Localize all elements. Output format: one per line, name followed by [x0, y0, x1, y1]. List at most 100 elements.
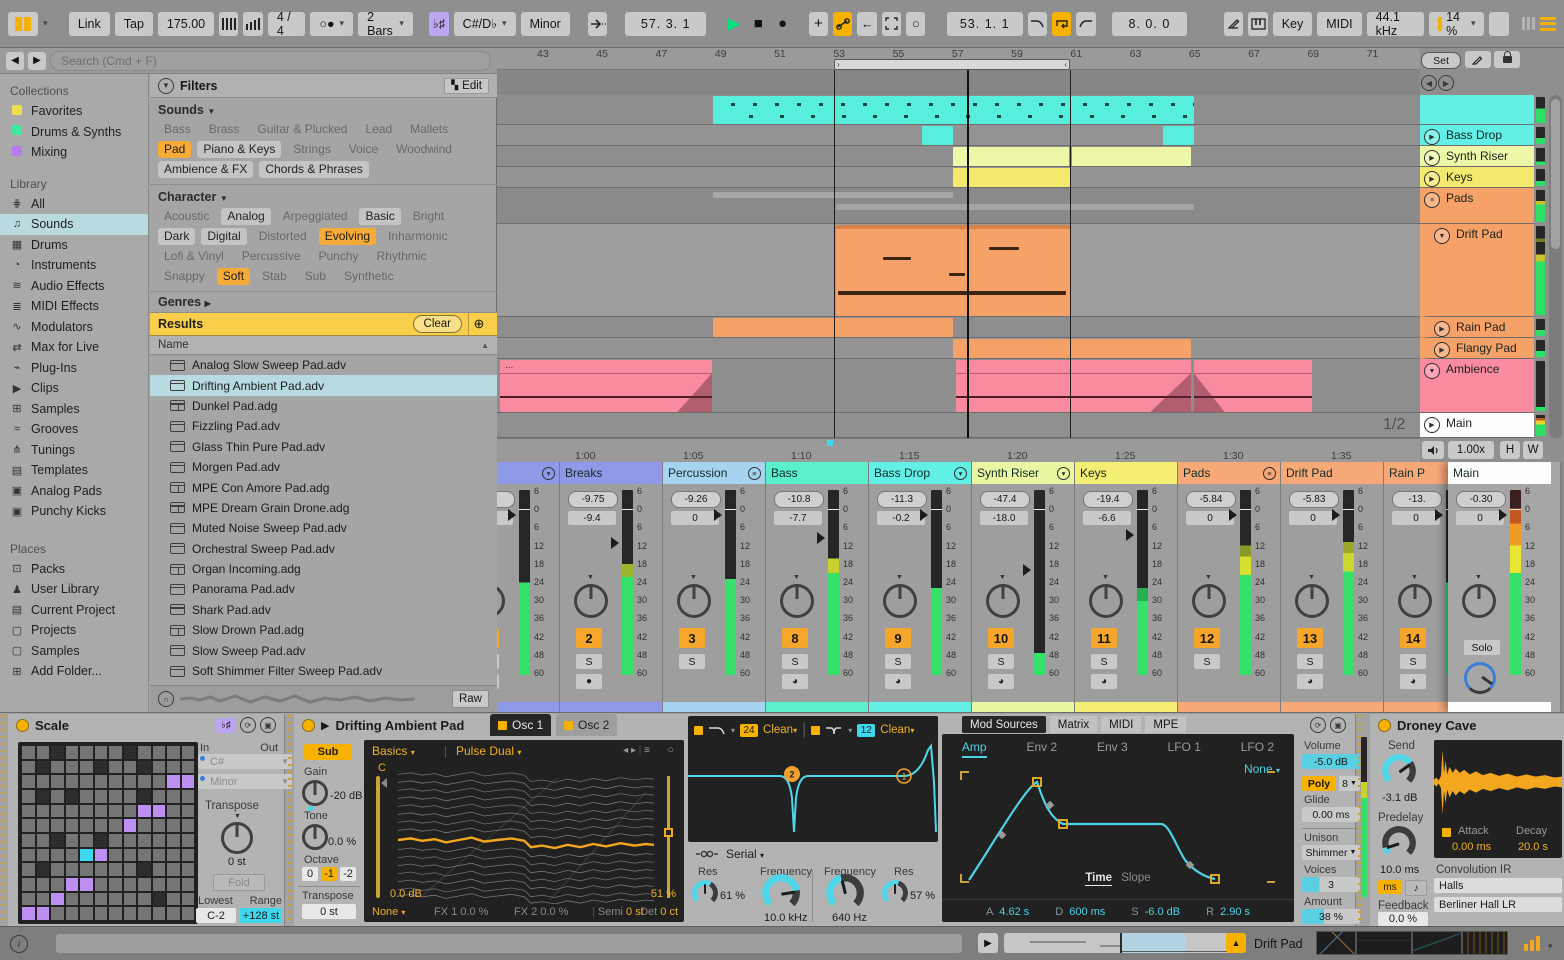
track-activator-button[interactable]: 11 — [1091, 628, 1117, 648]
scale-grid-cell[interactable] — [80, 775, 93, 788]
osc-pitch-note[interactable]: C — [378, 762, 386, 774]
amount-value[interactable]: 38 % — [1302, 909, 1360, 924]
pan-knob[interactable] — [677, 584, 711, 618]
pan-knob[interactable] — [1398, 584, 1432, 618]
hot-swap-icon[interactable]: ⟳ — [1310, 717, 1326, 733]
fold-icon[interactable]: ▼ — [1434, 228, 1450, 244]
scale-grid-cell[interactable] — [51, 863, 64, 876]
arm-button[interactable]: ◕ — [885, 674, 911, 689]
filter-tag[interactable]: Arpeggiated — [277, 208, 354, 225]
scale-grid-cell[interactable] — [94, 804, 107, 818]
wavetable-position-value[interactable]: 51 % — [651, 888, 676, 900]
osc-det[interactable]: Det 0 ct — [640, 906, 678, 918]
scale-grid-cell[interactable] — [22, 746, 35, 759]
tone-knob[interactable] — [302, 824, 328, 850]
peak-level-value[interactable]: -11.3 — [877, 491, 927, 508]
arm-button[interactable]: ● — [497, 674, 499, 689]
scale-grid-cell[interactable] — [80, 907, 93, 920]
set-locator-button[interactable]: Set — [1421, 52, 1461, 69]
filter1-mode-menu[interactable]: Clean▾ — [763, 724, 797, 736]
scale-grid-cell[interactable] — [109, 892, 122, 906]
filter-tag[interactable]: Soft — [216, 268, 251, 285]
scale-grid-cell[interactable] — [138, 819, 151, 832]
pan-knob[interactable] — [1295, 584, 1329, 618]
scale-grid-cell[interactable] — [36, 775, 49, 788]
subtab-amp[interactable]: Amp — [961, 740, 987, 758]
sidebar-item-place[interactable]: ▢ Projects — [0, 620, 148, 641]
track-activator-button[interactable]: 8 — [782, 628, 808, 648]
filter2-mode-menu[interactable]: Clean▾ — [880, 724, 914, 736]
scale-grid-cell[interactable] — [152, 746, 165, 759]
sidebar-item-library[interactable]: ▣ Punchy Kicks — [0, 501, 148, 522]
volume-handle[interactable] — [1332, 509, 1340, 521]
peak-level-value[interactable]: -13. — [1392, 491, 1442, 508]
filter-tag[interactable]: Bright — [407, 208, 450, 225]
result-item[interactable]: Panorama Pad.adv — [150, 579, 497, 599]
device-title-bar[interactable]: Droney Cave — [1370, 714, 1564, 736]
subtab-env2[interactable]: Env 2 — [1026, 740, 1057, 758]
arrangement-pencil-button[interactable] — [1465, 51, 1491, 68]
scale-grid-cell[interactable] — [94, 878, 107, 891]
sidebar-item-library[interactable]: ▣ Analog Pads — [0, 481, 148, 502]
scale-grid-cell[interactable] — [65, 848, 78, 862]
scale-grid-cell[interactable] — [181, 775, 194, 788]
track-activator-button[interactable]: 1 — [497, 628, 499, 648]
scale-grid-cell[interactable] — [65, 878, 78, 891]
filter-tag[interactable]: Voice — [343, 141, 384, 158]
result-item[interactable]: Organ Incoming.adg — [150, 559, 497, 579]
track-header-drift-pad[interactable]: ▼ Drift Pad — [1420, 224, 1534, 317]
scale-grid-cell[interactable] — [65, 834, 78, 847]
arm-button[interactable]: ◕ — [1400, 674, 1426, 689]
voices-value[interactable]: 3 — [1302, 877, 1360, 892]
filter-tag[interactable]: Digital — [201, 228, 247, 245]
scale-grid-cell[interactable] — [167, 848, 180, 862]
nudge-up-button[interactable] — [243, 11, 263, 36]
poly-button[interactable]: Poly — [1302, 776, 1336, 791]
scale-grid-cell[interactable] — [94, 790, 107, 803]
scale-grid-cell[interactable] — [51, 907, 64, 920]
scale-grid-cell[interactable] — [22, 892, 35, 906]
sidebar-item-library[interactable]: ≈ Grooves — [0, 419, 148, 440]
volume-handle[interactable] — [1023, 564, 1031, 576]
scale-grid-cell[interactable] — [152, 790, 165, 803]
result-item[interactable]: Glass Thin Pure Pad.adv — [150, 437, 497, 457]
scale-grid-cell[interactable] — [80, 790, 93, 803]
gain-knob[interactable] — [302, 780, 328, 806]
scale-grid-cell[interactable] — [167, 892, 180, 906]
scale-grid-cell[interactable] — [167, 790, 180, 803]
scale-grid-cell[interactable] — [123, 819, 136, 832]
scale-grid-cell[interactable] — [138, 907, 151, 920]
sidebar-item-library[interactable]: ♫ Sounds — [0, 214, 148, 235]
scale-grid-cell[interactable] — [138, 863, 151, 876]
scale-grid-cell[interactable] — [22, 819, 35, 832]
wavetable-category-menu[interactable]: Basics ▾ — [372, 744, 415, 758]
track-activator-button[interactable]: 10 — [988, 628, 1014, 648]
clip-flangy-pad[interactable] — [953, 339, 1191, 358]
volume-value[interactable]: -7.7 — [774, 511, 822, 525]
tab-mod-sources[interactable]: Mod Sources — [962, 716, 1046, 733]
peak-level-value[interactable]: -10.8 — [774, 491, 824, 508]
lowest-value[interactable]: C-2 — [196, 908, 236, 923]
scale-grid-cell[interactable] — [51, 819, 64, 832]
filter-tag[interactable]: Chords & Phrases — [259, 161, 369, 178]
filter-tag[interactable]: Strings — [287, 141, 336, 158]
volume-value[interactable]: 0 — [1289, 511, 1337, 525]
filter-tag[interactable]: Analog — [221, 208, 271, 225]
tap-tempo-button[interactable]: Tap — [114, 11, 153, 36]
volume-value[interactable]: 0 — [1186, 511, 1234, 525]
track-header-unnamed[interactable] — [1420, 95, 1534, 125]
device-overview-slider[interactable] — [1004, 933, 1232, 953]
arm-button[interactable]: ◕ — [1297, 674, 1323, 689]
time-slope-toggle[interactable]: Time Slope — [942, 872, 1294, 886]
osc-effect-mode-menu[interactable]: None ▾ — [372, 906, 405, 918]
feedback-value[interactable]: 0.0 % — [1378, 912, 1428, 926]
osc2-on-toggle[interactable] — [564, 720, 573, 730]
scale-grid-cell[interactable] — [109, 804, 122, 818]
midi-note[interactable] — [949, 273, 965, 276]
add-filter-button[interactable]: ⊕ — [468, 313, 489, 335]
solo-button[interactable]: S — [497, 654, 499, 669]
track-fold-icon[interactable]: ▾ — [1057, 466, 1070, 480]
filter1-on-toggle[interactable] — [694, 725, 703, 735]
res2-value[interactable]: 57 % — [910, 890, 935, 902]
filter2-on-toggle[interactable] — [811, 725, 821, 735]
